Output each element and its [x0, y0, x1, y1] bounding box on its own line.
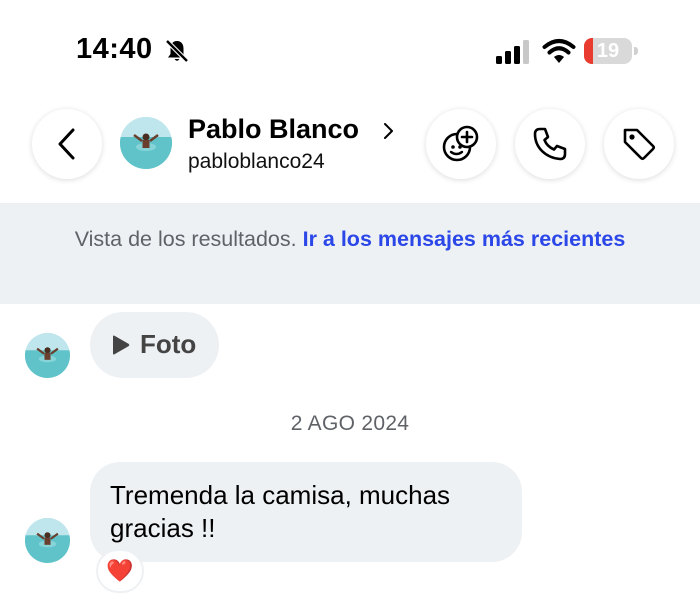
battery-nub	[634, 47, 638, 55]
banner-text: Vista de los resultados.	[74, 227, 297, 251]
tag-icon	[623, 128, 656, 161]
status-time: 14:40	[76, 33, 153, 65]
battery-icon: 19	[584, 38, 638, 64]
chevron-right-icon[interactable]	[382, 122, 394, 140]
search-results-banner: Vista de los resultados. Ir a los mensaj…	[0, 203, 700, 304]
back-chevron-icon	[58, 128, 75, 160]
bell-slash-icon	[165, 39, 189, 63]
jump-to-recent-link[interactable]: Ir a los mensajes más recientes	[303, 227, 626, 251]
contact-name[interactable]: Pablo Blanco	[188, 114, 359, 145]
heart-reaction[interactable]: ❤️	[96, 549, 144, 593]
date-separator: 2 AGO 2024	[290, 412, 410, 435]
chat-header: Pablo Blanco pabloblanco24	[0, 100, 700, 203]
sticker-button[interactable]	[426, 109, 496, 179]
tag-button[interactable]	[604, 109, 674, 179]
photo-label: Foto	[140, 329, 197, 359]
play-icon	[113, 335, 130, 355]
wifi-icon	[542, 39, 576, 63]
avatar-image	[120, 117, 172, 169]
signal-icon	[496, 40, 529, 64]
battery-level: 19	[596, 40, 620, 62]
sender-avatar[interactable]	[25, 333, 70, 378]
status-bar: 14:40 19	[0, 0, 700, 100]
call-button[interactable]	[515, 109, 585, 179]
battery-body: 19	[584, 38, 632, 64]
photo-message[interactable]: Foto	[90, 312, 219, 378]
sender-avatar[interactable]	[25, 518, 70, 563]
avatar-image	[25, 518, 70, 563]
back-button[interactable]	[32, 109, 102, 179]
contact-avatar[interactable]	[120, 117, 172, 169]
contact-username: pabloblanco24	[188, 150, 325, 173]
sticker-face-icon	[442, 125, 479, 162]
text-message[interactable]: Tremenda la camisa, muchas gracias !!	[90, 462, 522, 562]
avatar-image	[25, 333, 70, 378]
phone-icon	[533, 127, 567, 161]
